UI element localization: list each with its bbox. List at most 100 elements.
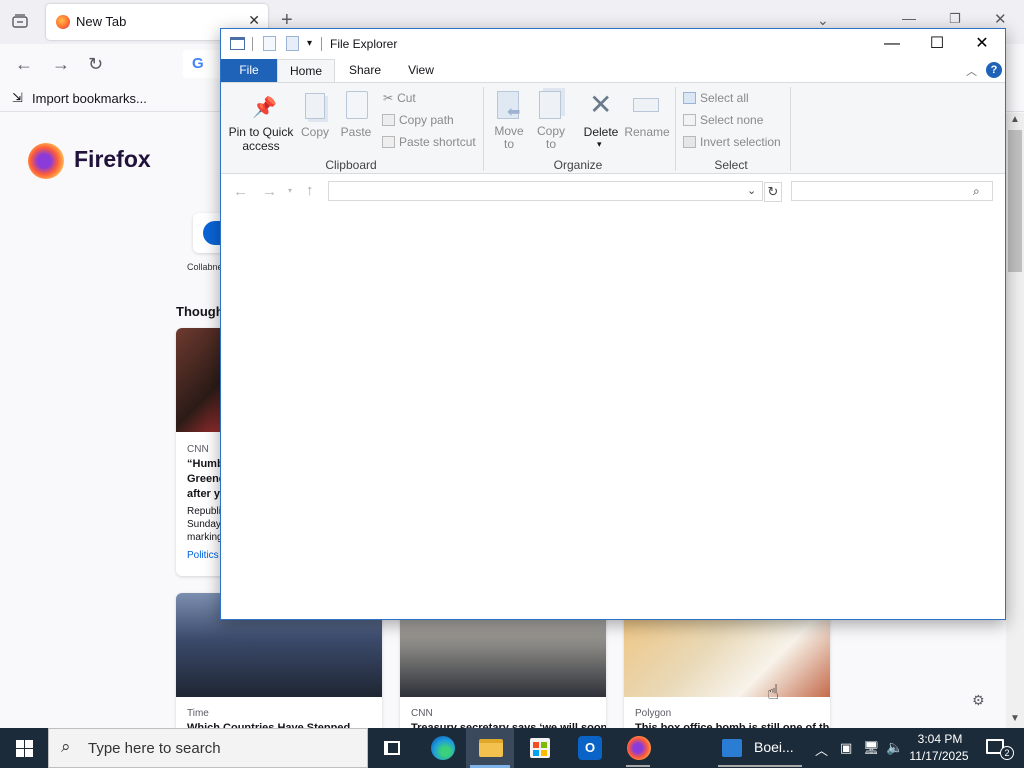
cut-label: Cut [397, 91, 416, 105]
file-list-pane[interactable] [221, 209, 1005, 619]
reload-icon[interactable]: ↻ [88, 54, 103, 75]
address-bar[interactable]: ⌄ [328, 181, 763, 201]
import-bookmarks-link[interactable]: Import bookmarks... [32, 91, 147, 106]
invert-selection-button[interactable]: Invert selection [683, 135, 781, 149]
volume-muted-icon[interactable]: 🔈 [886, 739, 903, 756]
select-none-button[interactable]: Select none [683, 113, 763, 127]
move-to-button[interactable]: ⬅ Move to [489, 88, 529, 154]
task-view-icon [384, 741, 400, 755]
story-source: Time [187, 708, 209, 719]
task-view-button[interactable] [368, 728, 416, 768]
close-icon[interactable]: ✕ [959, 29, 1005, 59]
forward-icon[interactable]: → [52, 54, 70, 75]
rename-button[interactable]: Rename [623, 88, 671, 154]
taskbar-store[interactable] [516, 728, 564, 768]
store-logo-icon [533, 742, 547, 756]
hand-cursor-icon: ☝ [767, 682, 780, 704]
qat-properties-icon[interactable] [263, 36, 276, 51]
copy-path-button[interactable]: Copy path [382, 113, 454, 127]
paste-shortcut-button[interactable]: Paste shortcut [382, 135, 476, 149]
clock-date[interactable]: 11/17/2025 [906, 749, 972, 763]
explorer-title-bar[interactable]: ▾ File Explorer — ☐ ✕ [221, 29, 1005, 59]
collapse-ribbon-icon[interactable]: ︿ [966, 63, 977, 79]
delete-dropdown-icon[interactable]: ▾ [597, 139, 602, 150]
meet-now-icon[interactable]: ▣ [840, 740, 852, 756]
tab-share[interactable]: Share [339, 59, 391, 82]
qat-new-folder-icon[interactable] [286, 36, 299, 51]
tab-view[interactable]: View [395, 59, 447, 82]
tab-home[interactable]: Home [277, 59, 335, 82]
file-explorer-window: ▾ File Explorer — ☐ ✕ File Home Share Vi… [220, 28, 1006, 620]
copy-button[interactable]: Copy [297, 88, 333, 154]
ribbon-tabs: File Home Share View ︿ ? [221, 59, 1005, 82]
search-box[interactable]: ⌕ [791, 181, 993, 201]
refresh-icon[interactable]: ↻ [764, 182, 782, 202]
copy-icon [305, 93, 325, 119]
copy-to-button[interactable]: Copy to [531, 88, 571, 154]
explorer-address-row: ← → ▾ ↑ ⌄ ↻ ⌕ [221, 175, 1005, 209]
notification-count: 2 [1000, 746, 1014, 760]
delete-button[interactable]: ✕ Delete ▾ [579, 88, 623, 154]
taskbar-search-placeholder: Type here to search [88, 740, 221, 757]
running-indicator [626, 765, 650, 767]
tab-file[interactable]: File [221, 59, 277, 82]
minimize-icon[interactable]: — [869, 29, 915, 59]
invert-selection-icon [683, 136, 696, 148]
story-source: CNN [187, 444, 209, 455]
start-button[interactable] [0, 728, 48, 768]
search-engine-button[interactable]: G [183, 50, 223, 78]
group-label-clipboard: Clipboard [325, 158, 377, 172]
scroll-down-icon[interactable]: ▼ [1010, 713, 1020, 724]
rename-label: Rename [624, 125, 670, 139]
select-none-icon [683, 114, 696, 126]
help-icon[interactable]: ? [986, 62, 1002, 78]
select-none-label: Select none [700, 113, 764, 127]
restore-icon[interactable]: ❐ [949, 11, 961, 27]
taskbar-search-box[interactable]: ⌕ Type here to search [48, 728, 368, 768]
scrollbar-thumb[interactable] [1008, 130, 1022, 272]
shortcut-tile[interactable] [193, 213, 221, 253]
network-icon[interactable]: 🖥 [863, 740, 880, 756]
back-icon[interactable]: ← [233, 183, 248, 200]
maximize-icon[interactable]: ☐ [914, 29, 960, 59]
taskbar-file-explorer[interactable] [466, 728, 514, 768]
minimize-icon[interactable]: — [902, 10, 916, 26]
recent-locations-icon[interactable]: ▾ [288, 186, 292, 195]
firefox-tab-icon [56, 15, 70, 29]
story-source: CNN [411, 708, 433, 719]
back-icon[interactable]: ← [15, 54, 33, 75]
edge-icon [431, 736, 455, 760]
story-tag[interactable]: Politics [187, 550, 219, 561]
paste-button[interactable]: Paste [337, 88, 375, 154]
address-dropdown-icon[interactable]: ⌄ [747, 184, 756, 197]
settings-gear-icon[interactable]: ⚙ [972, 692, 985, 709]
search-icon: ⌕ [973, 184, 980, 198]
copy-label: Copy [300, 125, 329, 139]
taskbar-outlook[interactable]: O [566, 728, 614, 768]
select-all-button[interactable]: Select all [683, 91, 749, 105]
list-all-tabs-icon[interactable] [11, 13, 29, 29]
tab-title: New Tab [76, 14, 127, 29]
up-icon[interactable]: ↑ [306, 182, 314, 199]
delete-label: Delete [583, 125, 619, 139]
group-separator [790, 87, 791, 171]
move-to-label: Move to [494, 124, 524, 151]
forward-icon[interactable]: → [262, 183, 277, 200]
taskbar-edge[interactable] [418, 728, 466, 768]
window-title: File Explorer [330, 37, 398, 51]
clock-time[interactable]: 3:04 PM [915, 732, 965, 746]
qat-customize-icon[interactable]: ▾ [307, 38, 312, 49]
notification-center-button[interactable]: 2 [978, 728, 1018, 768]
show-hidden-icons-icon[interactable]: ︿ [815, 740, 828, 759]
taskbar-firefox[interactable] [614, 728, 662, 768]
story-source: Polygon [635, 708, 672, 719]
pin-to-quick-access-button[interactable]: 📌 Pin to Quick access [225, 88, 297, 154]
close-tab-icon[interactable]: ✕ [248, 12, 260, 29]
cut-button[interactable]: ✂ Cut [383, 91, 416, 105]
qat-separator [252, 37, 253, 51]
tab-list-chevron-icon[interactable]: ⌄ [817, 12, 829, 29]
taskbar-word[interactable]: Boei... [714, 728, 806, 768]
scroll-up-icon[interactable]: ▲ [1010, 114, 1020, 125]
close-window-icon[interactable]: ✕ [994, 10, 1007, 28]
paste-label: Paste [340, 125, 372, 139]
